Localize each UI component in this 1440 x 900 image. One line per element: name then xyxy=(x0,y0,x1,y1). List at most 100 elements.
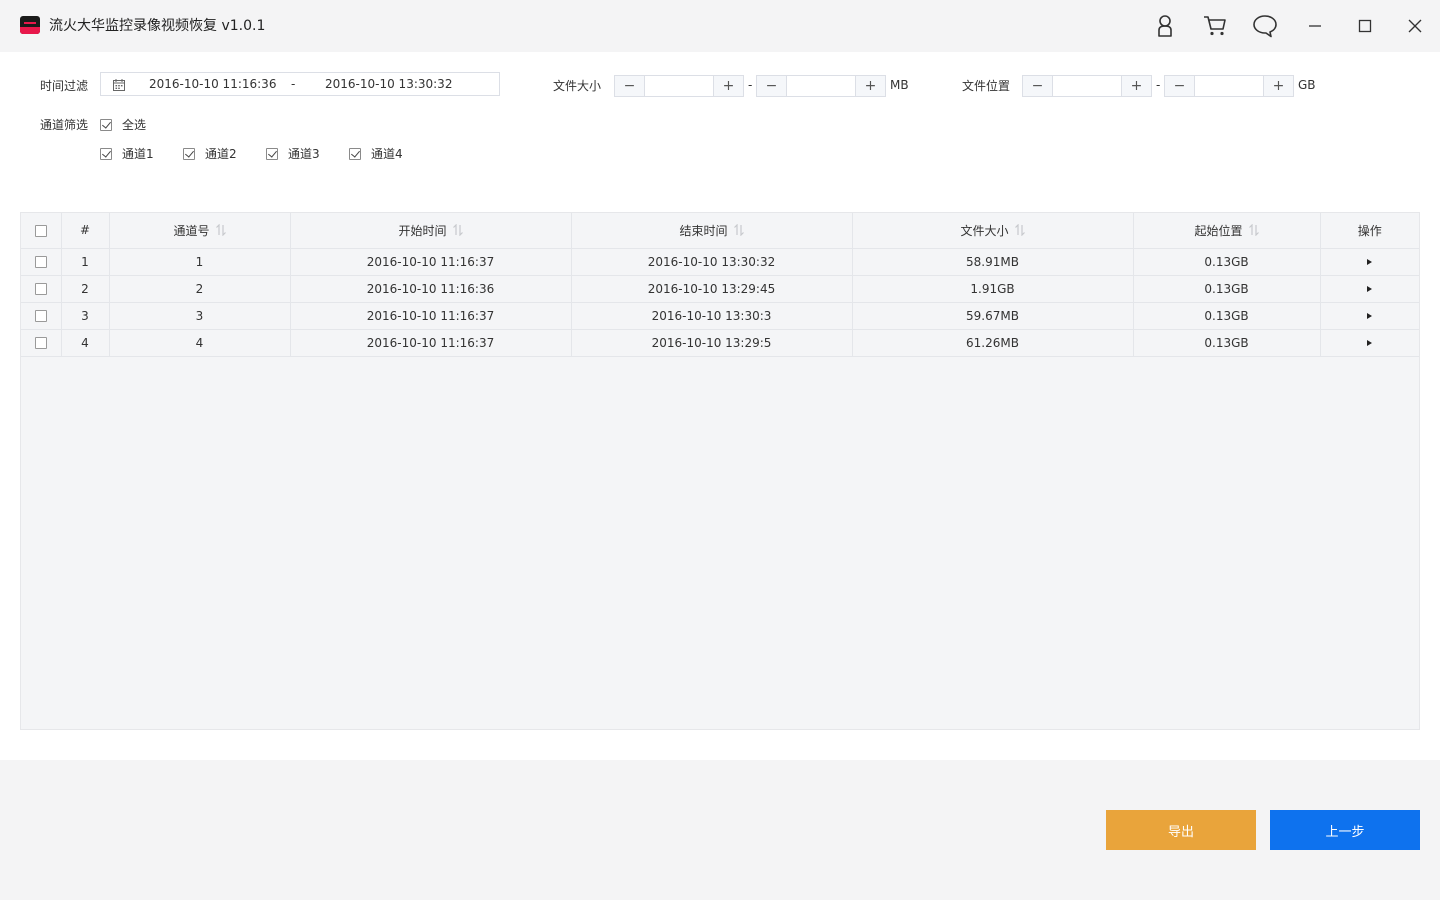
cell-channel: 3 xyxy=(109,302,291,330)
table-header: # 通道号 开始时间 结束时间 文件大小 起始位置 操作 xyxy=(21,213,1419,249)
file-position-min-input[interactable] xyxy=(1053,76,1121,96)
file-position-max-stepper[interactable]: − + xyxy=(1164,75,1294,97)
cell-end-time: 2016-10-10 13:29:45 xyxy=(571,275,853,303)
footer-bar: 导出 上一步 xyxy=(0,760,1440,900)
decrement-button[interactable]: − xyxy=(615,76,645,96)
cell-end-time: 2016-10-10 13:30:3 xyxy=(571,302,853,330)
decrement-button[interactable]: − xyxy=(1023,76,1053,96)
file-size-min-stepper[interactable]: − + xyxy=(614,75,744,97)
recordings-table: # 通道号 开始时间 结束时间 文件大小 起始位置 操作 1 1 2016-10… xyxy=(20,212,1420,730)
increment-button[interactable]: + xyxy=(1263,76,1293,96)
row-checkbox[interactable] xyxy=(34,283,47,295)
cell-index: 4 xyxy=(61,329,110,357)
date-range-separator: - xyxy=(291,77,296,91)
cell-channel: 4 xyxy=(109,329,291,357)
increment-button[interactable]: + xyxy=(1121,76,1151,96)
title-bar: 流火大华监控录像视频恢复 v1.0.1 xyxy=(0,0,1440,52)
header-select-all-checkbox[interactable] xyxy=(34,224,47,237)
file-position-label: 文件位置 xyxy=(962,79,1011,93)
channel-3-checkbox[interactable] xyxy=(266,148,278,160)
sort-icon[interactable] xyxy=(452,223,463,239)
cell-file-size: 1.91GB xyxy=(852,275,1134,303)
file-size-max-input[interactable] xyxy=(787,76,855,96)
end-date-input[interactable]: 2016-10-10 13:30:32 xyxy=(325,77,452,91)
select-all-label: 全选 xyxy=(122,118,147,132)
file-size-label: 文件大小 xyxy=(553,79,602,93)
cell-index: 2 xyxy=(61,275,110,303)
increment-button[interactable]: + xyxy=(855,76,885,96)
app-title: 流火大华监控录像视频恢复 v1.0.1 xyxy=(49,18,266,34)
cell-start-time: 2016-10-10 11:16:36 xyxy=(290,275,572,303)
play-icon[interactable] xyxy=(1367,286,1373,292)
increment-button[interactable]: + xyxy=(713,76,743,96)
file-position-min-stepper[interactable]: − + xyxy=(1022,75,1152,97)
channel-2-label: 通道2 xyxy=(205,147,237,161)
sort-icon[interactable] xyxy=(1014,223,1025,239)
cell-end-time: 2016-10-10 13:29:5 xyxy=(571,329,853,357)
channel-1-label: 通道1 xyxy=(122,147,154,161)
sort-icon[interactable] xyxy=(1248,223,1259,239)
select-all-checkbox[interactable] xyxy=(100,119,112,131)
cell-start-position: 0.13GB xyxy=(1133,302,1321,330)
cell-start-position: 0.13GB xyxy=(1133,275,1321,303)
file-size-min-input[interactable] xyxy=(645,76,713,96)
column-header-index: # xyxy=(61,213,110,249)
chat-icon[interactable] xyxy=(1252,13,1278,39)
cell-file-size: 59.67MB xyxy=(852,302,1134,330)
date-range-picker[interactable]: 2016-10-10 11:16:36 - 2016-10-10 13:30:3… xyxy=(100,72,500,96)
user-icon[interactable] xyxy=(1152,13,1178,39)
channel-filter-label: 通道筛选 xyxy=(40,118,89,132)
sort-icon[interactable] xyxy=(215,223,226,239)
play-icon[interactable] xyxy=(1367,340,1373,346)
maximize-icon[interactable] xyxy=(1352,13,1378,39)
channel-2-checkbox[interactable] xyxy=(183,148,195,160)
cell-index: 3 xyxy=(61,302,110,330)
row-checkbox[interactable] xyxy=(34,337,47,349)
previous-step-button[interactable]: 上一步 xyxy=(1270,810,1420,850)
cell-start-position: 0.13GB xyxy=(1133,248,1321,276)
file-position-unit: GB xyxy=(1298,78,1316,92)
table-row[interactable]: 4 4 2016-10-10 11:16:37 2016-10-10 13:29… xyxy=(21,329,1419,357)
file-position-max-input[interactable] xyxy=(1195,76,1263,96)
play-icon[interactable] xyxy=(1367,259,1373,265)
table-row[interactable]: 1 1 2016-10-10 11:16:37 2016-10-10 13:30… xyxy=(21,248,1419,276)
time-filter-label: 时间过滤 xyxy=(40,79,89,93)
close-icon[interactable] xyxy=(1402,13,1428,39)
column-header-end-time[interactable]: 结束时间 xyxy=(571,213,853,249)
play-icon[interactable] xyxy=(1367,313,1373,319)
cell-file-size: 58.91MB xyxy=(852,248,1134,276)
row-checkbox[interactable] xyxy=(34,256,47,268)
file-size-max-stepper[interactable]: − + xyxy=(756,75,886,97)
decrement-button[interactable]: − xyxy=(757,76,787,96)
cell-index: 1 xyxy=(61,248,110,276)
export-button[interactable]: 导出 xyxy=(1106,810,1256,850)
channel-1-checkbox[interactable] xyxy=(100,148,112,160)
file-size-separator: - xyxy=(748,78,753,92)
cell-start-time: 2016-10-10 11:16:37 xyxy=(290,302,572,330)
table-row[interactable]: 3 3 2016-10-10 11:16:37 2016-10-10 13:30… xyxy=(21,302,1419,330)
file-position-separator: - xyxy=(1156,78,1161,92)
minimize-icon[interactable] xyxy=(1302,13,1328,39)
column-header-file-size[interactable]: 文件大小 xyxy=(852,213,1134,249)
app-logo-icon xyxy=(20,16,40,34)
start-date-input[interactable]: 2016-10-10 11:16:36 xyxy=(149,77,276,91)
cell-start-position: 0.13GB xyxy=(1133,329,1321,357)
decrement-button[interactable]: − xyxy=(1165,76,1195,96)
table-row[interactable]: 2 2 2016-10-10 11:16:36 2016-10-10 13:29… xyxy=(21,275,1419,303)
file-size-unit: MB xyxy=(890,78,909,92)
channel-3-label: 通道3 xyxy=(288,147,320,161)
cell-file-size: 61.26MB xyxy=(852,329,1134,357)
column-header-start-position[interactable]: 起始位置 xyxy=(1133,213,1321,249)
channel-4-label: 通道4 xyxy=(371,147,403,161)
sort-icon[interactable] xyxy=(733,223,744,239)
cell-start-time: 2016-10-10 11:16:37 xyxy=(290,248,572,276)
cell-start-time: 2016-10-10 11:16:37 xyxy=(290,329,572,357)
cart-icon[interactable] xyxy=(1202,13,1228,39)
row-checkbox[interactable] xyxy=(34,310,47,322)
cell-channel: 2 xyxy=(109,275,291,303)
channel-4-checkbox[interactable] xyxy=(349,148,361,160)
column-header-channel[interactable]: 通道号 xyxy=(109,213,291,249)
column-header-action: 操作 xyxy=(1320,213,1419,249)
cell-end-time: 2016-10-10 13:30:32 xyxy=(571,248,853,276)
column-header-start-time[interactable]: 开始时间 xyxy=(290,213,572,249)
